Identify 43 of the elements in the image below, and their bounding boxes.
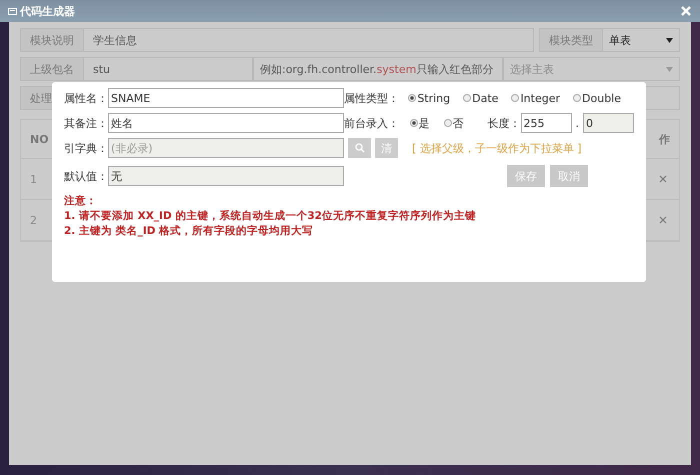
field-label: 模块说明 xyxy=(20,28,84,52)
separator-text: . xyxy=(576,116,579,130)
column-header: NO xyxy=(30,132,49,146)
radio-option[interactable]: Double xyxy=(573,92,621,104)
search-icon xyxy=(354,143,364,153)
field-label: 引字典： xyxy=(64,140,108,156)
decimal-field[interactable]: 0 xyxy=(583,113,634,133)
note-text: 1. 请不要添加 XX_ID 的主键，系统自动生成一个32位无序不重复字符序列作为主键 xyxy=(64,209,477,224)
radio-option[interactable]: Integer xyxy=(511,92,560,104)
input-field[interactable]: 姓名 xyxy=(108,113,344,133)
length-field[interactable]: 255 xyxy=(520,113,572,133)
caret-icon xyxy=(666,38,673,42)
notes-title: 注意： xyxy=(64,194,98,209)
table-cell: 2 xyxy=(30,214,37,226)
column-header: 作 xyxy=(659,132,670,146)
input-field[interactable]: stu xyxy=(84,57,253,81)
type-select[interactable]: 单表 xyxy=(603,28,680,52)
delete-icon[interactable] xyxy=(659,175,667,183)
close-icon[interactable] xyxy=(681,6,691,16)
window-icon xyxy=(8,8,17,14)
radio-option[interactable]: 否 xyxy=(444,116,464,130)
input-field[interactable]: 学生信息 xyxy=(84,28,534,52)
field-label: 属性名： xyxy=(64,90,108,106)
note-text: 2. 主键为 类名_ID 格式，所有字段的字母均用大写 xyxy=(64,224,314,239)
delete-icon[interactable] xyxy=(659,216,667,224)
field-label: 属性类型： xyxy=(344,90,400,106)
field-label: 上级包名 xyxy=(20,57,84,81)
hint-text: [ 选择父级，子一级作为下拉菜单 ] xyxy=(412,140,582,156)
radio-option[interactable]: String xyxy=(408,92,450,104)
table-cell: 1 xyxy=(30,172,37,186)
input-field[interactable]: 无 xyxy=(108,166,344,186)
field-label: 其备注： xyxy=(64,116,108,130)
caret-icon xyxy=(666,66,673,72)
field-label: 默认值： xyxy=(64,168,108,184)
window-title: 代码生成器 xyxy=(20,4,75,18)
input-field[interactable]: SNAME xyxy=(108,88,344,108)
radio-option[interactable]: 是 xyxy=(410,116,430,130)
hint-field: 例如:org.fh.controller.system只输入红色部分 xyxy=(253,57,503,81)
field-label: 长度： xyxy=(488,116,520,130)
field-label: 前台录入： xyxy=(344,116,400,130)
search-button[interactable] xyxy=(348,138,371,158)
radio-option[interactable]: Date xyxy=(463,92,498,104)
field-label: 模块类型 xyxy=(539,28,603,52)
